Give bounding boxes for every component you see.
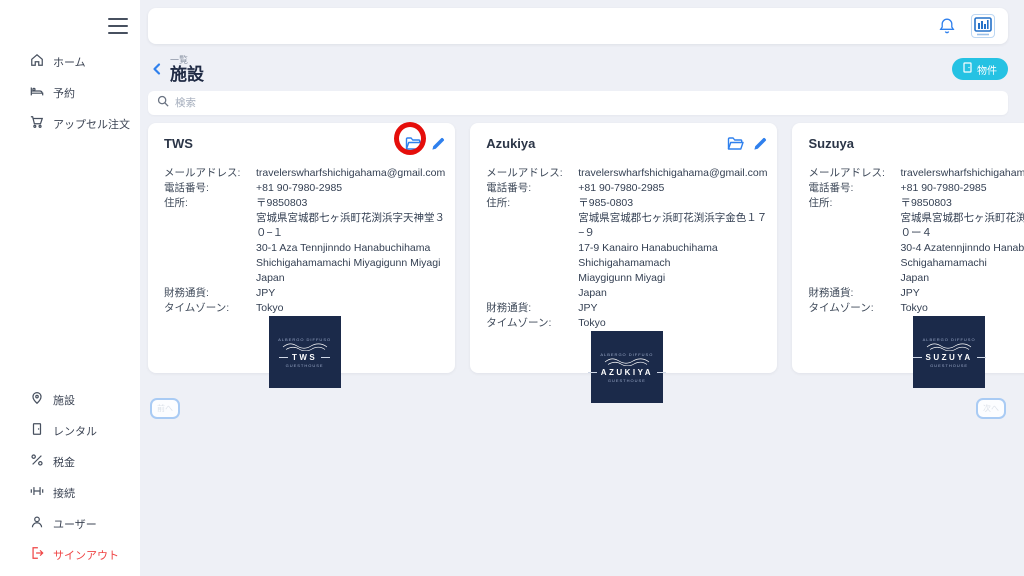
sidebar-item-upsell-orders[interactable]: アップセル注文 bbox=[0, 108, 140, 139]
sidebar-item-signout[interactable]: サインアウト bbox=[0, 539, 140, 570]
facility-phone: +81 90-7980-2985 bbox=[256, 182, 343, 194]
facility-timezone: Tokyo bbox=[256, 302, 284, 314]
sidebar-item-label: サインアウト bbox=[53, 549, 119, 562]
facility-currency: JPY bbox=[578, 302, 598, 314]
pagination-prev-button[interactable]: 前へ bbox=[150, 398, 180, 419]
facility-address: 〒9850803 宮城県宮城郡七ヶ浜町花渕浜字天神堂３０−１ 30-1 Aza Te… bbox=[256, 197, 445, 284]
page-header: 一覧 施設 物件 bbox=[148, 53, 1008, 85]
facility-timezone: Tokyo bbox=[900, 302, 928, 314]
field-label: 住所: bbox=[486, 197, 511, 209]
facility-email: travelerswharfshichigahama@gmail.com bbox=[578, 167, 768, 179]
properties-button-label: 物件 bbox=[977, 65, 997, 77]
field-label: 電話番号: bbox=[808, 182, 854, 194]
search-icon bbox=[157, 94, 169, 112]
field-label: メールアドレス: bbox=[486, 167, 563, 179]
field-label: 財務通貨: bbox=[164, 287, 209, 299]
field-label: メールアドレス: bbox=[164, 167, 241, 179]
field-label: メールアドレス: bbox=[808, 167, 885, 179]
facility-logo: ALBERGO DIFFUSO TWS GUESTHOUSE bbox=[268, 316, 341, 388]
notifications-bell-icon[interactable] bbox=[938, 17, 956, 35]
sidebar-item-label: 税金 bbox=[53, 456, 75, 469]
field-label: 住所: bbox=[164, 197, 188, 209]
field-label: タイムゾーン: bbox=[486, 317, 552, 329]
sidebar-item-label: 予約 bbox=[53, 87, 75, 100]
facility-address: 〒9850803宮城県宮城郡七ヶ浜町花渕浜字天神堂３０ー４30-4 Azaten… bbox=[900, 197, 1024, 284]
main-content: 一覧 施設 物件 TWS メールアドレス: travelerswharfshich… bbox=[140, 0, 1024, 576]
facility-phone: +81 90-7980-2985 bbox=[578, 182, 665, 194]
facility-card-suzuya: Suzuya メールアドレス: travelerswharfshichigaham… bbox=[792, 123, 1024, 388]
edit-pencil-icon[interactable] bbox=[753, 137, 767, 151]
pagination: 前へ 次へ bbox=[148, 398, 1008, 419]
title-block: 一覧 施設 bbox=[170, 55, 204, 84]
facility-logo: ALBERGO DIFFUSO AZUKIYA GUESTHOUSE bbox=[587, 331, 667, 403]
field-label: 住所: bbox=[808, 197, 833, 209]
field-label: 電話番号: bbox=[486, 182, 532, 194]
sidebar-item-rentals[interactable]: レンタル bbox=[0, 415, 140, 446]
home-icon bbox=[30, 53, 44, 70]
door-icon bbox=[963, 62, 972, 76]
hamburger-menu-icon[interactable] bbox=[108, 18, 128, 34]
field-label: 財務通貨: bbox=[486, 302, 532, 314]
sidebar-item-reservations[interactable]: 予約 bbox=[0, 77, 140, 108]
facility-phone: +81 90-7980-2985 bbox=[900, 182, 987, 194]
facility-cards: TWS メールアドレス: travelerswharfshichigahama@g… bbox=[148, 123, 1024, 403]
percent-icon bbox=[30, 453, 44, 470]
field-label: 財務通貨: bbox=[808, 287, 854, 299]
folder-open-icon[interactable] bbox=[727, 136, 745, 151]
cart-icon bbox=[30, 115, 44, 132]
connection-icon bbox=[30, 484, 44, 501]
facility-name: Suzuya bbox=[808, 136, 854, 151]
sidebar-item-label: 接続 bbox=[53, 487, 75, 500]
location-pin-icon bbox=[30, 391, 44, 408]
user-icon bbox=[30, 515, 44, 532]
pagination-next-button[interactable]: 次へ bbox=[976, 398, 1006, 419]
folder-open-icon[interactable] bbox=[405, 136, 422, 151]
sidebar: ホーム 予約 アップセル注文 施設 レンタル 税金 接続 ユーザー サインアウト bbox=[0, 0, 140, 576]
sidebar-item-home[interactable]: ホーム bbox=[0, 46, 140, 77]
sidebar-nav-top: ホーム 予約 アップセル注文 bbox=[0, 46, 140, 139]
breadcrumb: 一覧 bbox=[170, 54, 189, 65]
signout-icon bbox=[30, 546, 44, 563]
sidebar-nav-bottom: 施設 レンタル 税金 接続 ユーザー サインアウト bbox=[0, 384, 140, 570]
back-chevron-icon[interactable] bbox=[148, 58, 166, 80]
search-box bbox=[148, 91, 1008, 115]
field-label: 電話番号: bbox=[164, 182, 209, 194]
topbar bbox=[148, 8, 1008, 44]
field-label: タイムゾーン: bbox=[164, 302, 230, 314]
facility-address: 〒985-0803 宮城県宮城郡七ヶ浜町花渕浜字金色１７−９ 17-9 Kanair… bbox=[578, 197, 768, 299]
field-label: タイムゾーン: bbox=[808, 302, 874, 314]
facility-email: travelerswharfshichigahama@gmail.com bbox=[256, 167, 446, 179]
facility-card-tws: TWS メールアドレス: travelerswharfshichigahama@g… bbox=[148, 123, 456, 388]
facility-name: TWS bbox=[164, 136, 193, 151]
sidebar-item-label: アップセル注文 bbox=[53, 118, 130, 131]
facility-logo: ALBERGO DIFFUSO SUZUYA GUESTHOUSE bbox=[912, 316, 986, 388]
sidebar-item-label: レンタル bbox=[53, 425, 97, 438]
bed-icon bbox=[30, 84, 44, 101]
facility-name: Azukiya bbox=[486, 136, 536, 151]
page-title: 施設 bbox=[170, 64, 204, 84]
facility-currency: JPY bbox=[900, 287, 920, 299]
door-icon bbox=[30, 422, 44, 439]
sidebar-item-users[interactable]: ユーザー bbox=[0, 508, 140, 539]
facility-card-azukiya: Azukiya メールアドレス: travelerswharfshichigaha… bbox=[470, 123, 778, 403]
sidebar-item-label: ホーム bbox=[53, 56, 86, 69]
sidebar-item-label: 施設 bbox=[53, 394, 75, 407]
facility-timezone: Tokyo bbox=[578, 317, 606, 329]
facility-email: travelerswharfshichigahama@gmail.com bbox=[900, 167, 1024, 179]
sidebar-item-taxes[interactable]: 税金 bbox=[0, 446, 140, 477]
search-input[interactable] bbox=[175, 97, 999, 109]
facility-currency: JPY bbox=[256, 287, 276, 299]
sidebar-item-label: ユーザー bbox=[53, 518, 97, 531]
properties-button[interactable]: 物件 bbox=[952, 58, 1008, 80]
edit-pencil-icon[interactable] bbox=[431, 137, 445, 151]
sidebar-item-facilities[interactable]: 施設 bbox=[0, 384, 140, 415]
account-logo-avatar[interactable] bbox=[970, 13, 996, 39]
sidebar-item-connections[interactable]: 接続 bbox=[0, 477, 140, 508]
